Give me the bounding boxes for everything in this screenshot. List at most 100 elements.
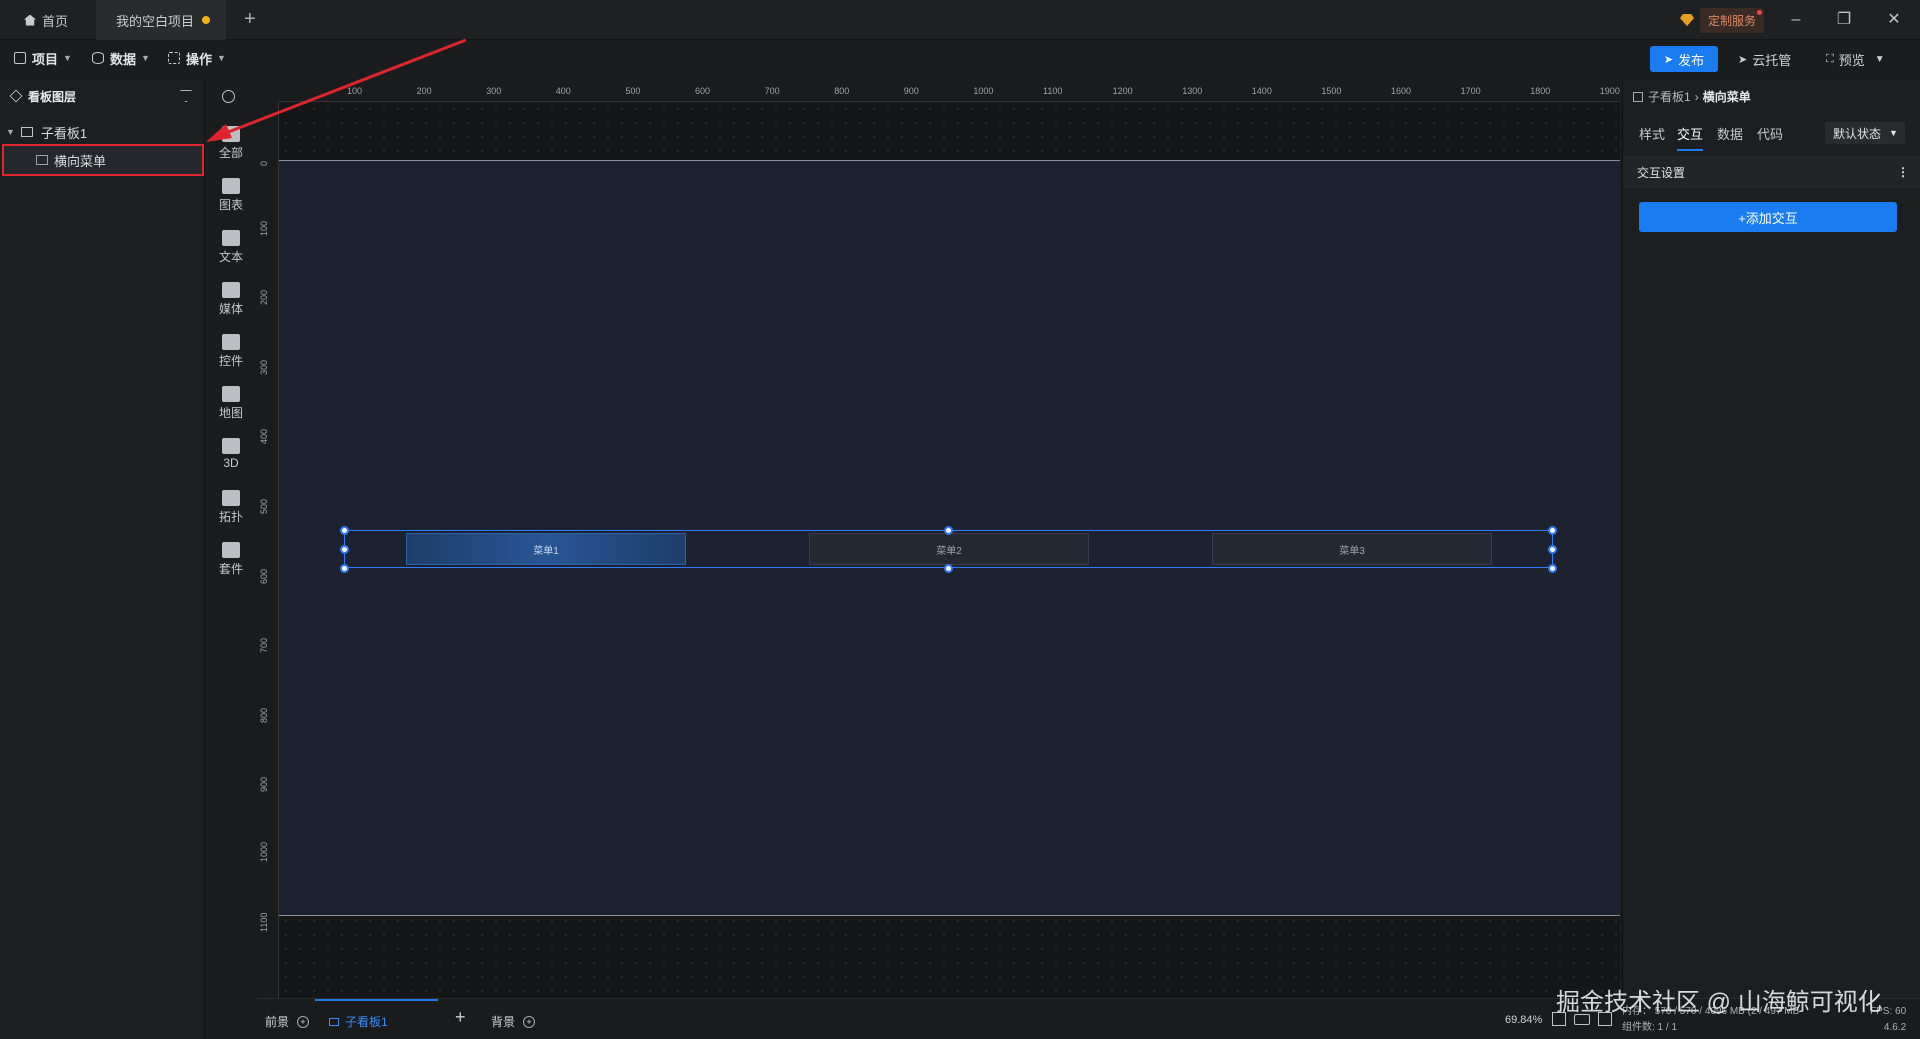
tab-home[interactable]: 首页 bbox=[14, 0, 94, 40]
menu-project[interactable]: 项目 ▼ bbox=[14, 48, 72, 68]
ruler-tick-label: 900 bbox=[259, 777, 269, 793]
ruler-tick-label: 700 bbox=[259, 638, 269, 654]
tab-code[interactable]: 代码 bbox=[1757, 124, 1783, 143]
ruler-tick-label: 800 bbox=[259, 707, 269, 723]
tab-home-label: 首页 bbox=[42, 13, 69, 29]
home-icon bbox=[24, 14, 36, 26]
chevron-down-icon: ▼ bbox=[1874, 54, 1885, 65]
board-tab[interactable]: 子看板1 bbox=[315, 999, 438, 1030]
tool-chart[interactable]: 图表 bbox=[205, 172, 257, 222]
send-icon: ➤ bbox=[1663, 53, 1674, 66]
resize-handle[interactable] bbox=[1548, 564, 1557, 573]
cloud-host-label: 云托管 bbox=[1752, 53, 1792, 68]
close-button[interactable]: ✕ bbox=[1882, 8, 1906, 32]
resize-handle[interactable] bbox=[340, 564, 349, 573]
menu-project-label: 项目 bbox=[32, 51, 59, 67]
filter-icon[interactable] bbox=[180, 90, 192, 102]
tab-project[interactable]: 我的空白项目 bbox=[96, 0, 226, 40]
chevron-down-icon: ▼ bbox=[141, 53, 150, 63]
resize-handle[interactable] bbox=[340, 526, 349, 535]
publish-button[interactable]: ➤ 发布 bbox=[1650, 46, 1718, 72]
unsaved-dot bbox=[202, 16, 211, 24]
resize-handle[interactable] bbox=[1548, 526, 1557, 535]
fullscreen-icon: ⛶ bbox=[1826, 53, 1834, 65]
ruler-tick-label: 1700 bbox=[1460, 86, 1481, 96]
tool-map-label: 地图 bbox=[218, 406, 243, 420]
state-select-value: 默认状态 bbox=[1833, 126, 1882, 141]
ruler-tick-label: 1100 bbox=[259, 912, 269, 932]
resize-handle[interactable] bbox=[944, 564, 953, 573]
resize-handle[interactable] bbox=[1548, 545, 1557, 554]
tool-kit[interactable]: 套件 bbox=[205, 536, 257, 586]
ruler-tick-label: 600 bbox=[695, 86, 711, 96]
foreground-layer[interactable]: 前景 + bbox=[265, 1013, 310, 1030]
horizontal-menu-component[interactable]: 菜单1 菜单2 菜单3 bbox=[344, 530, 1553, 568]
title-bar: 首页 我的空白项目 + 定制服务 – ❐ ✕ bbox=[0, 0, 1920, 40]
map-icon bbox=[222, 386, 240, 402]
tree-item-horizontal-menu[interactable]: 横向菜单 bbox=[2, 144, 204, 176]
ruler-tick-label: 500 bbox=[259, 498, 269, 514]
board-icon bbox=[1633, 91, 1643, 102]
more-icon[interactable]: ⋮ bbox=[1897, 165, 1909, 179]
ruler-tick-label: 1400 bbox=[1251, 86, 1272, 96]
ruler-tick-label: 800 bbox=[834, 86, 850, 96]
component-icon bbox=[36, 155, 48, 165]
tool-3d[interactable]: 3D bbox=[205, 432, 257, 482]
add-interaction-label: +添加交互 bbox=[1738, 210, 1798, 226]
state-select[interactable]: 默认状态 ▼ bbox=[1825, 122, 1905, 144]
control-icon bbox=[222, 334, 240, 350]
background-layer[interactable]: 背景 + bbox=[491, 1013, 536, 1030]
tool-kit-label: 套件 bbox=[218, 562, 243, 576]
layers-icon bbox=[9, 89, 23, 103]
chevron-down-icon: ▼ bbox=[1889, 128, 1898, 138]
database-icon bbox=[92, 52, 104, 64]
breadcrumb-parent[interactable]: 子看板1 bbox=[1648, 88, 1691, 105]
new-tab-button[interactable]: + bbox=[244, 8, 256, 31]
ruler-tick-label: 1500 bbox=[1321, 86, 1342, 96]
publish-label: 发布 bbox=[1678, 52, 1705, 68]
menu-item-2[interactable]: 菜单2 bbox=[809, 533, 1089, 565]
tool-topology[interactable]: 拓扑 bbox=[205, 484, 257, 534]
tool-control[interactable]: 控件 bbox=[205, 328, 257, 378]
menu-data[interactable]: 数据 ▼ bbox=[92, 48, 150, 68]
minimize-button[interactable]: – bbox=[1784, 8, 1808, 32]
ruler-tick-label: 1300 bbox=[1182, 86, 1203, 96]
tab-data[interactable]: 数据 bbox=[1717, 124, 1743, 143]
add-interaction-button[interactable]: +添加交互 bbox=[1639, 202, 1897, 232]
menu-item-1[interactable]: 菜单1 bbox=[406, 533, 686, 565]
interaction-settings-title: 交互设置 bbox=[1637, 165, 1686, 180]
tab-style[interactable]: 样式 bbox=[1639, 124, 1665, 143]
add-circle-icon[interactable]: + bbox=[297, 1015, 310, 1028]
preview-button[interactable]: ⛶ 预览 ▼ bbox=[1826, 50, 1885, 69]
zoom-level[interactable]: 69.84% bbox=[1505, 1014, 1542, 1026]
send-icon: ➤ bbox=[1738, 54, 1748, 66]
ruler-tick-label: 1900 bbox=[1599, 86, 1620, 96]
add-circle-icon[interactable]: + bbox=[523, 1015, 536, 1028]
resize-handle[interactable] bbox=[944, 526, 953, 535]
interaction-settings-header: 交互设置 ⋮ bbox=[1623, 156, 1920, 188]
tab-project-label: 我的空白项目 bbox=[116, 13, 195, 29]
cloud-host-button[interactable]: ➤ 云托管 bbox=[1738, 50, 1791, 69]
component-count: 组件数: 1 / 1 bbox=[1622, 1022, 1678, 1033]
board-tab-label: 子看板1 bbox=[345, 1015, 388, 1029]
component-toolbox: 全部 图表 文本 媒体 控件 地图 3D 拓扑 套件 bbox=[205, 120, 257, 1039]
board-icon bbox=[329, 1017, 339, 1026]
tree-item-board-label: 子看板1 bbox=[40, 125, 88, 141]
tool-map[interactable]: 地图 bbox=[205, 380, 257, 430]
grid-icon bbox=[168, 52, 180, 64]
background-label: 背景 bbox=[491, 1015, 516, 1029]
tree-item-board[interactable]: ▼ 子看板1 bbox=[0, 120, 205, 144]
restore-button[interactable]: ❐ bbox=[1832, 8, 1856, 32]
expand-caret-icon[interactable]: ▼ bbox=[6, 127, 15, 137]
tool-text[interactable]: 文本 bbox=[205, 224, 257, 274]
tab-interaction[interactable]: 交互 bbox=[1677, 124, 1704, 151]
add-board-button[interactable]: + bbox=[455, 1007, 466, 1028]
custom-service-button[interactable]: 定制服务 bbox=[1680, 7, 1765, 33]
tool-control-label: 控件 bbox=[218, 354, 243, 368]
ruler-tick-label: 600 bbox=[259, 568, 269, 584]
resize-handle[interactable] bbox=[340, 545, 349, 554]
menu-item-3[interactable]: 菜单3 bbox=[1212, 533, 1492, 565]
ruler-tick-label: 700 bbox=[764, 86, 780, 96]
kit-icon bbox=[222, 542, 240, 558]
tool-media[interactable]: 媒体 bbox=[205, 276, 257, 326]
